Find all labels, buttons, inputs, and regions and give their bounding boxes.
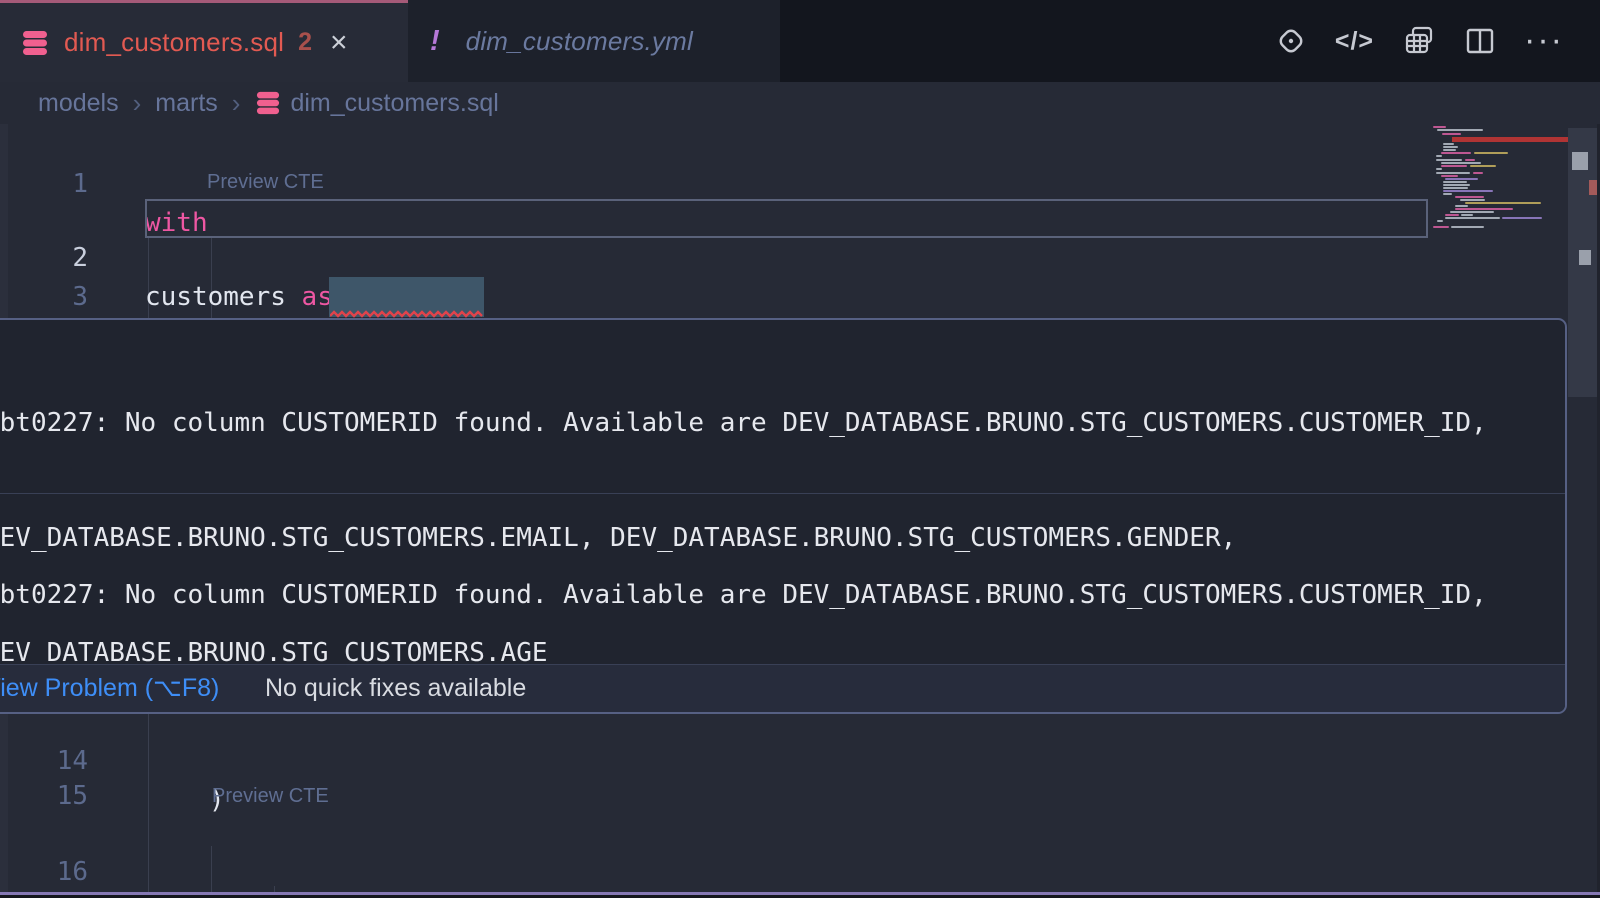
minimap-code-line	[1445, 217, 1500, 219]
error-text: dbt0227: No column CUSTOMERID found. Ava…	[0, 576, 1565, 614]
code-editor[interactable]: 1 with Preview CTE 2 customers as ( 3 se…	[0, 124, 1600, 898]
minimap-code-line	[1470, 165, 1496, 167]
code-line-15: 15	[0, 738, 94, 777]
minimap-code-line	[1461, 214, 1473, 216]
query-results-icon[interactable]	[1402, 24, 1436, 58]
tab-dirty-count: 2	[298, 28, 312, 57]
minimap-code-line	[1443, 149, 1456, 151]
tab-bar: dim_customers.sql 2 × ! dim_customers.ym…	[0, 0, 1600, 82]
minimap-code-line	[1443, 184, 1470, 186]
minimap-code-line	[1436, 155, 1442, 157]
tab-dim-customers-sql[interactable]: dim_customers.sql 2 ×	[0, 0, 408, 82]
code-line-2: 2 customers as (	[0, 200, 94, 239]
code-line-16: 16 , check_valid_emails as (	[0, 814, 94, 853]
tab-title: dim_customers.yml	[466, 26, 693, 57]
more-actions-icon[interactable]: ···	[1524, 34, 1564, 48]
line-number: 15	[0, 777, 88, 816]
database-icon	[256, 91, 280, 115]
error-squiggle	[330, 310, 484, 318]
minimap-code-line	[1436, 168, 1442, 170]
scrollbar-marker	[1572, 152, 1588, 170]
breadcrumb: models › marts › dim_customers.sql	[0, 82, 1600, 124]
minimap-code-line	[1443, 143, 1454, 145]
split-editor-icon[interactable]	[1464, 25, 1496, 57]
minimap-code-line	[1441, 165, 1467, 167]
minimap-code-line	[1451, 226, 1484, 228]
minimap-code-line	[1445, 214, 1459, 216]
code-line-4: 4 customerId	[0, 278, 94, 317]
minimap-code-line	[1445, 178, 1478, 180]
minimap-code-line	[1473, 172, 1483, 174]
tab-title: dim_customers.sql	[64, 27, 284, 58]
compiled-code-icon[interactable]: </>	[1335, 27, 1374, 56]
breadcrumb-models[interactable]: models	[38, 89, 119, 118]
code-line-17: 17 select	[0, 852, 94, 891]
hover-status-bar: View Problem (⌥F8) No quick fixes availa…	[0, 664, 1565, 712]
minimap-code-line	[1443, 190, 1493, 192]
error-hover-panel: dbt0227: No column CUSTOMERID found. Ava…	[0, 318, 1567, 714]
minimap-code-line	[1433, 126, 1446, 128]
minimap-code-line	[1474, 152, 1508, 154]
minimap-code-line	[1443, 181, 1467, 183]
minimap-code-line	[1465, 202, 1541, 204]
codelens-preview-cte[interactable]: Preview CTE	[207, 168, 324, 196]
breadcrumb-file[interactable]: dim_customers.sql	[290, 89, 498, 118]
minimap-error-line	[1452, 137, 1568, 142]
editor-toolbar: </> ···	[1275, 0, 1600, 82]
warning-icon: !	[430, 25, 440, 58]
minimap-code-line	[1433, 226, 1449, 228]
minimap-code-line	[1437, 220, 1443, 222]
minimap-code-line	[1436, 159, 1462, 161]
chevron-right-icon: ›	[232, 88, 241, 119]
editor-window: dim_customers.sql 2 × ! dim_customers.ym…	[0, 0, 1600, 898]
minimap-code-line	[1450, 211, 1494, 213]
close-icon[interactable]: ×	[330, 28, 348, 58]
minimap-code-line	[1455, 196, 1484, 198]
minimap-code-line	[1455, 208, 1513, 210]
minimap-code-line	[1442, 133, 1461, 135]
minimap-code-line	[1443, 187, 1468, 189]
view-problem-link[interactable]: View Problem (⌥F8)	[0, 674, 219, 702]
minimap-code-line	[1437, 129, 1483, 131]
codelens-preview-cte[interactable]: Preview CTE	[212, 782, 329, 810]
breadcrumb-marts[interactable]: marts	[155, 89, 218, 118]
database-icon	[22, 30, 48, 56]
minimap-code-line	[1465, 159, 1475, 161]
minimap-code-line	[1460, 199, 1485, 201]
error-message-block: dbt0227: No column CUSTOMERID found. Ava…	[0, 320, 1565, 493]
chevron-right-icon: ›	[133, 88, 142, 119]
minimap-code-line	[1441, 152, 1471, 154]
scrollbar-marker	[1579, 250, 1591, 265]
dbt-icon[interactable]	[1275, 25, 1307, 57]
minimap-code-line	[1441, 162, 1481, 164]
indent-guide	[211, 846, 212, 892]
line-number: 1	[0, 165, 88, 204]
minimap-code-line	[1436, 172, 1470, 174]
minimap-code-line	[1443, 146, 1458, 148]
no-quick-fixes-label: No quick fixes available	[265, 665, 526, 711]
code-line-3: 3 select	[0, 239, 94, 278]
tab-dim-customers-yml[interactable]: ! dim_customers.yml	[408, 0, 780, 82]
code-line-1: 1 with	[0, 126, 94, 165]
minimap-code-line	[1455, 205, 1468, 207]
error-text: dbt0227: No column CUSTOMERID found. Ava…	[0, 404, 1565, 442]
current-line-highlight	[145, 199, 1428, 238]
minimap-code-line	[1443, 193, 1452, 195]
minimap-code-line	[1441, 175, 1458, 177]
minimap-code-line	[1502, 217, 1542, 219]
